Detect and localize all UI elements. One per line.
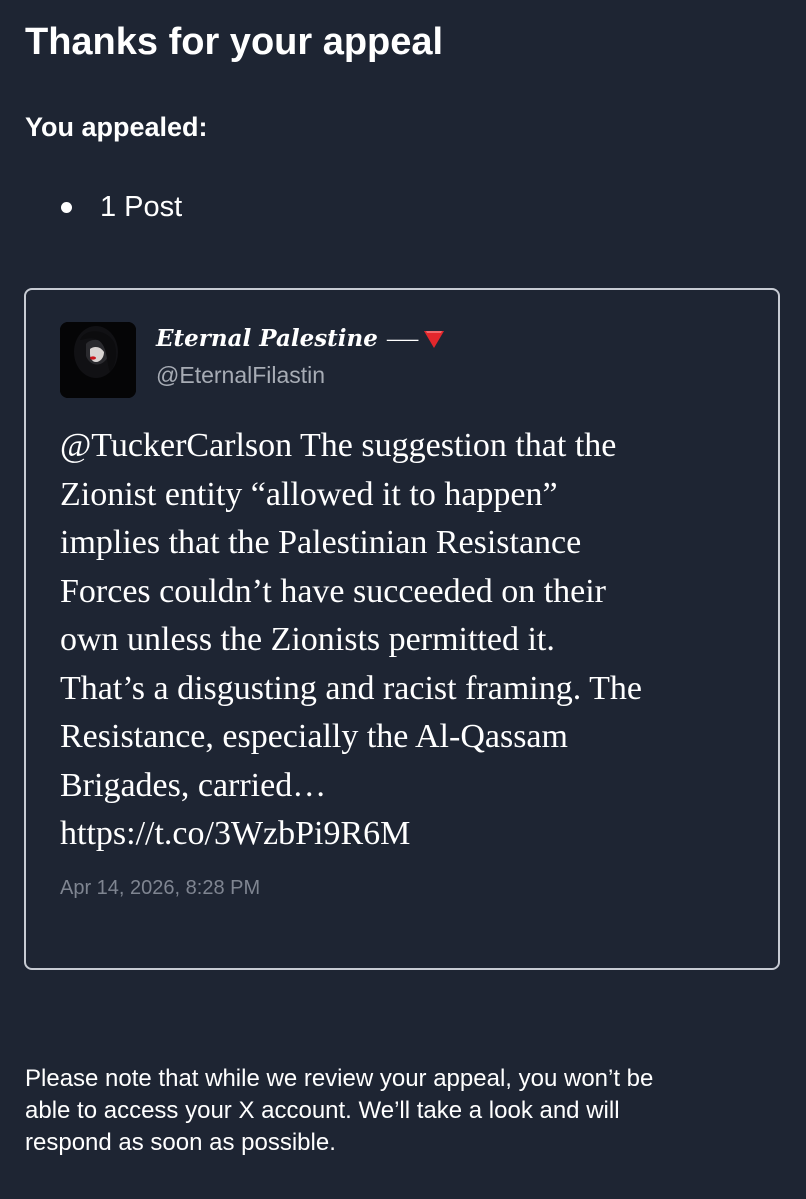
post-link[interactable]: https://t.co/3WzbPi9R6M: [60, 810, 760, 859]
appealed-post-card: Eternal Palestine ⸺ @EternalFilastin @Tu…: [24, 288, 780, 970]
page-title: Thanks for your appeal: [25, 21, 444, 63]
post-text-line: @TuckerCarlson The suggestion that the: [60, 427, 617, 464]
appealed-heading: You appealed:: [25, 112, 208, 142]
post-text: @TuckerCarlson The suggestion that the Z…: [60, 422, 760, 859]
post-text-line: Forces couldn’t have succeeded on their: [60, 572, 607, 610]
appealed-list: 1 Post: [58, 188, 182, 226]
appeal-review-note: Please note that while we review your ap…: [25, 1063, 785, 1159]
post-author-name: Eternal Palestine ⸺: [156, 324, 445, 354]
post-text-line: That’s a disgusting and racist framing. …: [60, 669, 642, 707]
note-line: able to access your X account. We’ll tak…: [25, 1097, 620, 1124]
post-author-handle: @EternalFilastin: [156, 362, 326, 388]
post-text-line: Resistance, especially the Al-Qassam: [60, 718, 568, 755]
display-name-text: Eternal Palestine: [156, 325, 378, 352]
post-text-line: Zionist entity “allowed it to happen”: [60, 475, 558, 513]
name-glyph: ⸺: [385, 327, 420, 351]
avatar: [60, 322, 136, 398]
red-triangle-icon: [424, 331, 445, 348]
post-text-line: Brigades, carried…: [60, 766, 327, 804]
note-line: respond as soon as possible.: [25, 1129, 336, 1156]
note-line: Please note that while we review your ap…: [25, 1065, 654, 1092]
post-timestamp: Apr 14, 2026, 8:28 PM: [60, 877, 261, 899]
bullet-icon: [61, 201, 72, 213]
post-text-line: own unless the Zionists permitted it.: [60, 621, 555, 658]
appealed-item: 1 Post: [100, 191, 183, 223]
post-text-line: implies that the Palestinian Resistance: [60, 524, 582, 561]
